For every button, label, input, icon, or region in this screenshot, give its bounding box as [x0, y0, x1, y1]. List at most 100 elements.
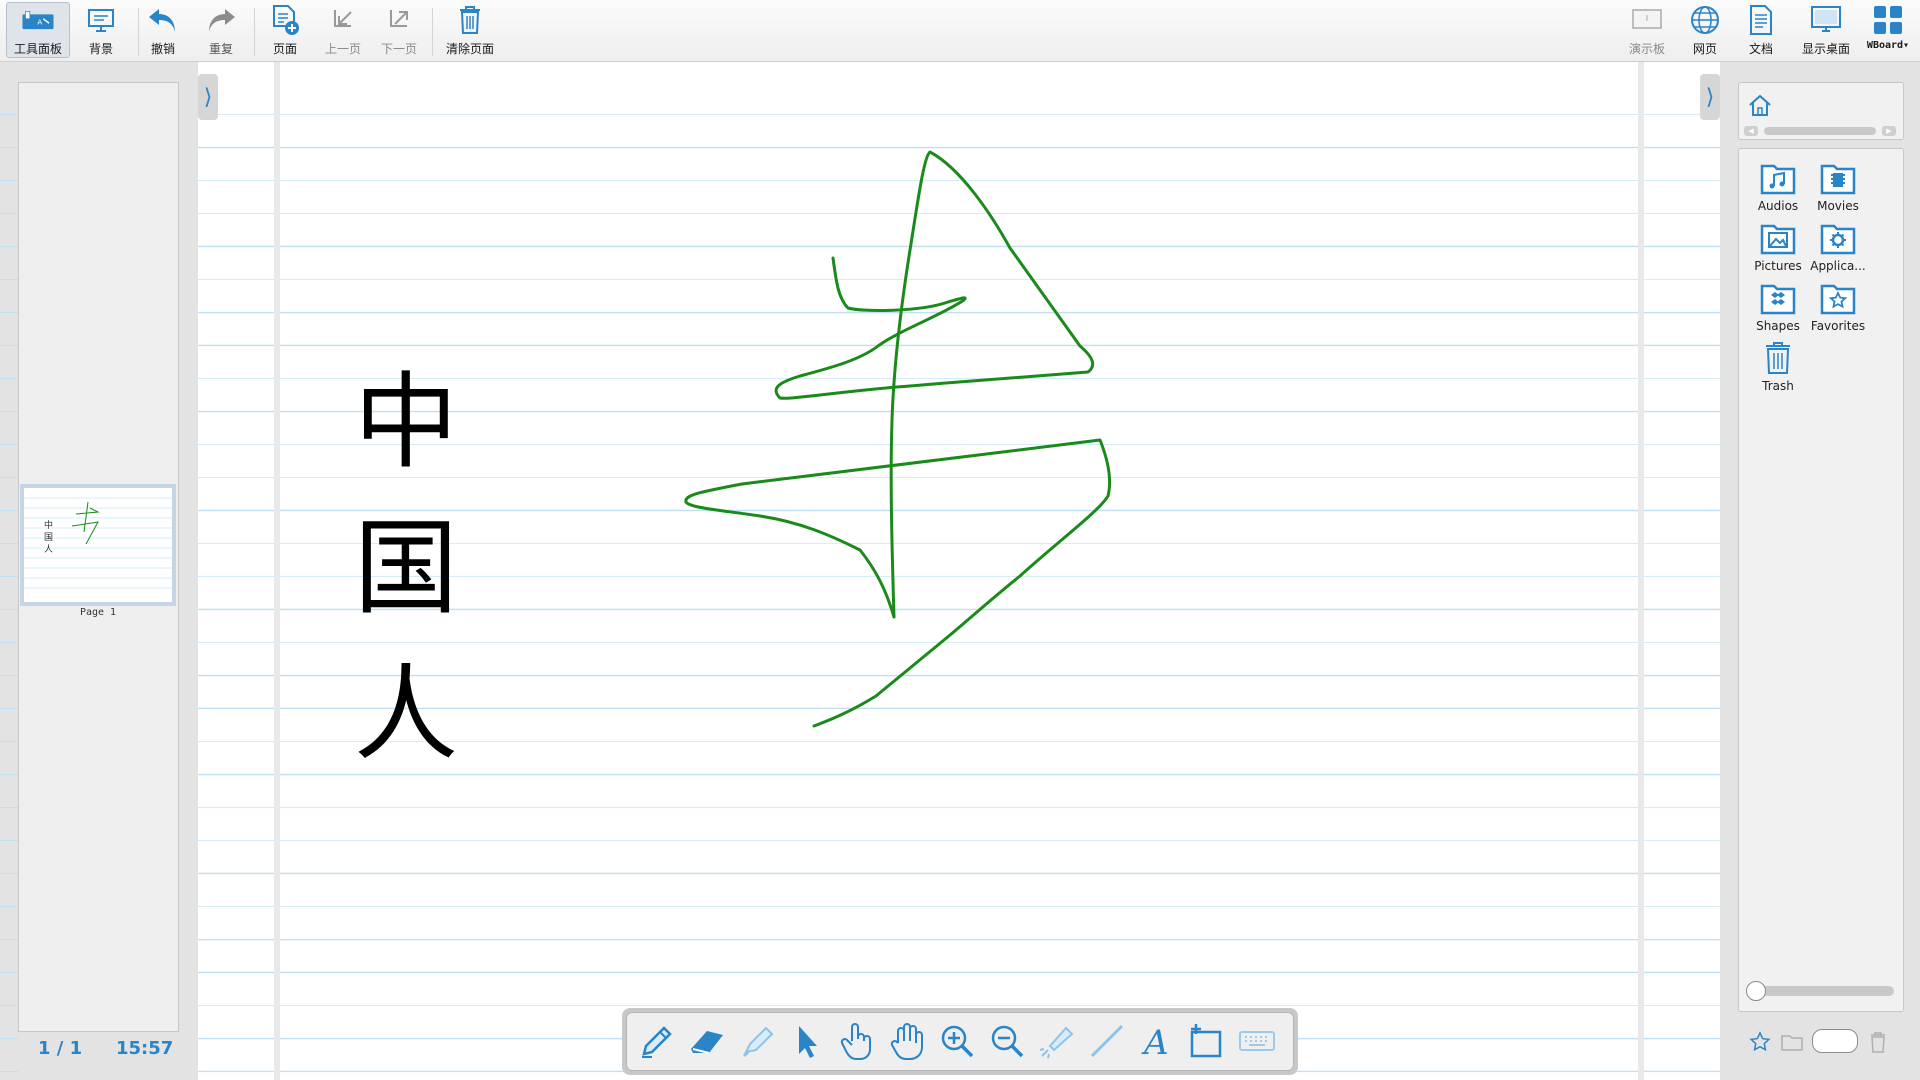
document-label: 文档	[1748, 42, 1773, 56]
scroll-track[interactable]	[1764, 127, 1876, 135]
library-item-label: Audios	[1757, 199, 1799, 213]
whiteboard-canvas[interactable]	[0, 62, 1920, 1080]
svg-text:A: A	[37, 17, 42, 26]
web-button[interactable]: 网页	[1676, 2, 1734, 58]
movie-folder-icon	[1818, 158, 1858, 198]
toolbar-divider	[432, 8, 433, 56]
clear-page-button[interactable]: 清除页面	[438, 2, 502, 58]
background-icon	[84, 2, 118, 38]
svg-text:国: 国	[44, 532, 53, 543]
library-item-label: Pictures	[1754, 259, 1802, 273]
library-item-label: Favorites	[1810, 319, 1866, 333]
svg-text:人: 人	[44, 544, 53, 555]
application-folder-icon	[1818, 218, 1858, 258]
redo-icon	[204, 2, 238, 38]
canvas-text-character[interactable]: 国	[354, 516, 458, 620]
pen-icon[interactable]	[635, 1019, 679, 1063]
library-search-input[interactable]	[1812, 1029, 1858, 1053]
library-item-label: Applica...	[1810, 259, 1866, 273]
library-item-pictures[interactable]: Pictures	[1750, 218, 1806, 274]
undo-button[interactable]: 撤销	[134, 2, 192, 58]
add-page-button[interactable]: 页面	[256, 2, 314, 58]
library-item-label: Shapes	[1756, 319, 1800, 333]
web-label: 网页	[1692, 42, 1717, 56]
home-icon[interactable]	[1747, 93, 1773, 121]
laser-pointer-icon[interactable]	[1035, 1019, 1079, 1063]
star-icon[interactable]	[1748, 1030, 1772, 1054]
pan-hand-icon[interactable]	[885, 1019, 929, 1063]
trash-icon	[453, 2, 487, 38]
page-counter: 1 / 1	[38, 1038, 83, 1059]
app-grid-icon	[1871, 2, 1905, 38]
library-item-label: Movies	[1817, 199, 1859, 213]
keyboard-icon[interactable]	[1235, 1019, 1279, 1063]
wboard-label: WBoard	[1866, 40, 1904, 51]
library-zoom-slider[interactable]	[1746, 981, 1894, 1001]
presentation-board-label: 演示板	[1628, 42, 1665, 56]
svg-text:中: 中	[44, 519, 53, 531]
document-button[interactable]: 文档	[1732, 2, 1790, 58]
marker-icon[interactable]	[735, 1019, 779, 1063]
line-icon[interactable]	[1085, 1019, 1129, 1063]
new-folder-icon	[1780, 1030, 1804, 1054]
left-margin-line	[274, 62, 280, 1080]
undo-icon	[146, 2, 180, 38]
zoom-in-icon[interactable]	[935, 1019, 979, 1063]
tool-panel-button[interactable]: A 工具面板	[6, 2, 70, 58]
tool-panel-icon: A	[21, 3, 55, 38]
page-thumbnail-label: Page 1	[79, 607, 117, 618]
selector-icon[interactable]	[785, 1019, 829, 1063]
prev-page-button[interactable]: 上一页	[314, 2, 372, 58]
library-item-audios[interactable]: Audios	[1750, 158, 1806, 214]
library-item-favorites[interactable]: Favorites	[1810, 278, 1866, 334]
undo-label: 撤销	[150, 42, 175, 56]
canvas-text-character[interactable]: 中	[354, 370, 458, 474]
page-thumbnail[interactable]: 中 国 人	[20, 484, 176, 606]
delete-icon	[1866, 1030, 1890, 1054]
main-toolbar: A 工具面板 背景 撤销 重复 页面 上一页 下一页 清除页面 演示板 网页 文…	[0, 0, 1920, 62]
clock: 15:57	[116, 1038, 174, 1059]
next-page-button[interactable]: 下一页	[370, 2, 428, 58]
interact-hand-icon[interactable]	[835, 1019, 879, 1063]
canvas-text-character[interactable]: 人	[354, 662, 458, 766]
presentation-board-button[interactable]: 演示板	[1618, 2, 1676, 58]
favorites-folder-icon	[1818, 278, 1858, 318]
library-item-movies[interactable]: Movies	[1810, 158, 1866, 214]
monitor-icon	[1809, 2, 1843, 38]
trash-icon	[1758, 338, 1798, 378]
capture-icon[interactable]	[1185, 1019, 1229, 1063]
collapse-right-panel-button[interactable]: ⟩	[1700, 74, 1720, 120]
redo-label: 重复	[208, 42, 233, 56]
library-item-label: Trash	[1762, 379, 1794, 393]
svg-text:A: A	[1141, 1023, 1169, 1060]
next-page-label: 下一页	[380, 42, 417, 56]
prev-page-icon	[326, 2, 360, 38]
show-desktop-button[interactable]: 显示桌面	[1794, 2, 1858, 58]
presentation-board-icon	[1630, 2, 1664, 38]
scroll-left-arrow-icon[interactable]: ◀	[1744, 126, 1758, 136]
next-page-icon	[382, 2, 416, 38]
chevron-down-icon: ▾	[1903, 40, 1910, 51]
add-page-label: 页面	[272, 42, 297, 56]
tool-panel-label: 工具面板	[13, 42, 62, 56]
globe-icon	[1688, 2, 1722, 38]
picture-folder-icon	[1758, 218, 1798, 258]
slider-knob[interactable]	[1746, 981, 1766, 1001]
wboard-menu-button[interactable]: WBoard▾	[1860, 2, 1916, 58]
scroll-right-arrow-icon[interactable]: ▶	[1882, 126, 1896, 136]
document-icon	[1744, 2, 1778, 38]
prev-page-label: 上一页	[324, 42, 361, 56]
toolbar-divider	[254, 8, 255, 56]
redo-button[interactable]: 重复	[192, 2, 250, 58]
chevron-right-icon: ⟩	[1705, 84, 1715, 110]
collapse-left-panel-button[interactable]: ⟩	[198, 74, 218, 120]
eraser-icon[interactable]	[685, 1019, 729, 1063]
library-item-applications[interactable]: Applica...	[1810, 218, 1866, 274]
right-margin-line	[1638, 62, 1644, 1080]
library-path-scrollbar[interactable]: ◀ ▶	[1744, 126, 1900, 136]
background-button[interactable]: 背景	[72, 2, 130, 58]
library-item-trash[interactable]: Trash	[1750, 338, 1806, 394]
zoom-out-icon[interactable]	[985, 1019, 1029, 1063]
text-icon[interactable]: A	[1135, 1019, 1179, 1063]
library-item-shapes[interactable]: Shapes	[1750, 278, 1806, 334]
